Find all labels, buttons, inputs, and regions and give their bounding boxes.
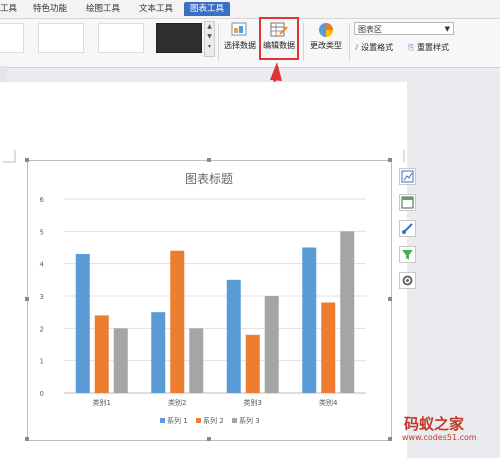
bar (226, 279, 241, 393)
legend-label: 系列 3 (239, 416, 260, 425)
bar (189, 328, 204, 393)
bar (113, 328, 128, 393)
x-tick-label: 类别1 (93, 398, 111, 407)
bar (245, 334, 260, 393)
legend-swatch (232, 418, 237, 423)
bar (75, 253, 90, 393)
watermark-url: www.codes51.com (402, 433, 477, 442)
resize-handle[interactable] (25, 297, 29, 301)
y-tick-label: 3 (40, 293, 44, 301)
site-watermark: 码蚁之家 www.codes51.com (398, 411, 500, 458)
resize-handle[interactable] (388, 437, 392, 441)
x-tick-label: 类别2 (168, 398, 186, 407)
legend-swatch (196, 418, 201, 423)
bar (302, 247, 317, 393)
chart-title: 图表标题 (185, 172, 233, 186)
y-tick-label: 0 (40, 390, 44, 398)
y-tick-label: 6 (40, 196, 45, 204)
resize-handle[interactable] (388, 297, 392, 301)
y-tick-label: 2 (40, 325, 44, 333)
bar (321, 302, 336, 393)
bar-chart: 图表标题 0 1 2 3 4 5 6 类别1 类别2 类别3 类别4 系列 1 系列 2 系列 3 (40, 172, 366, 425)
resize-handle[interactable] (25, 437, 29, 441)
legend-swatch (160, 418, 165, 423)
bar (340, 231, 355, 393)
bar (151, 312, 166, 393)
paint-brush-icon[interactable] (399, 220, 416, 237)
bar (170, 250, 185, 393)
resize-handle[interactable] (207, 437, 211, 441)
chart-area[interactable]: 图表标题 0 1 2 3 4 5 6 类别1 类别2 类别3 类别4 系列 1 系列 2 系列 3 (27, 160, 392, 441)
chart-style-icon[interactable] (399, 194, 416, 211)
chart-elements-icon[interactable] (399, 168, 416, 185)
x-tick-label: 类别3 (244, 398, 262, 407)
x-tick-label: 类别4 (319, 398, 338, 407)
watermark-title: 码蚁之家 (404, 415, 465, 433)
legend-label: 系列 1 (167, 416, 188, 425)
legend-label: 系列 2 (203, 416, 224, 425)
y-tick-label: 5 (40, 228, 44, 236)
bar (264, 296, 279, 393)
bar (94, 315, 109, 393)
y-tick-label: 1 (40, 358, 44, 366)
y-tick-label: 4 (40, 261, 45, 269)
settings-icon[interactable] (399, 272, 416, 289)
resize-handle[interactable] (25, 158, 29, 162)
filter-icon[interactable] (399, 246, 416, 263)
resize-handle[interactable] (207, 158, 211, 162)
resize-handle[interactable] (388, 158, 392, 162)
